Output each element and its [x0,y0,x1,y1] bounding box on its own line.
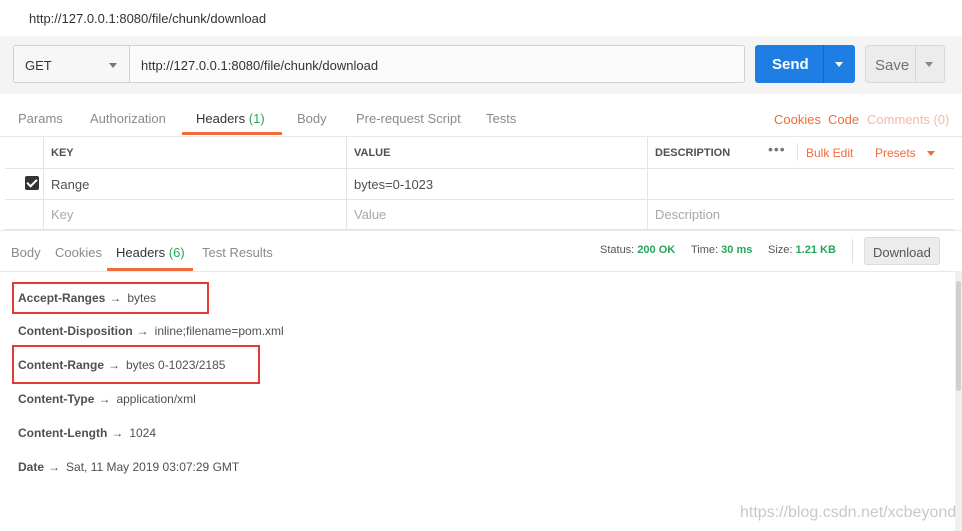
chevron-down-icon [109,63,117,68]
code-link[interactable]: Code [828,112,859,127]
download-button[interactable]: Download [864,237,940,265]
arrow-icon: → [136,324,149,338]
tab-headers-label: Headers [196,111,246,126]
time-label: Time: [691,244,719,256]
response-header-key: Date [18,460,45,474]
header-value-value: bytes=0-1023 [354,177,434,192]
header-value-cell[interactable]: bytes=0-1023 [346,168,647,199]
response-tab-test-results[interactable]: Test Results [202,245,273,260]
send-options-chevron-icon[interactable] [835,62,843,67]
presets-dropdown[interactable]: Presets [875,146,916,160]
scrollbar[interactable] [955,271,962,531]
new-value-placeholder: Value [354,207,387,222]
window-title-bar: http://127.0.0.1:8080/file/chunk/downloa… [0,0,962,37]
send-label: Send [772,56,809,73]
status-indicator: Status: 200 OK [600,244,675,256]
response-header-value: 1024 [129,426,157,440]
active-tab-indicator [182,132,282,135]
response-header-key: Content-Type [18,392,95,406]
key-column-label: KEY [51,147,74,159]
tab-headers-count: (1) [248,111,265,126]
presets-chevron-icon[interactable] [927,151,935,156]
arrow-icon: → [48,460,61,474]
watermark: https://blog.csdn.net/xcbeyond [740,504,957,521]
size-label: Size: [768,244,793,256]
save-divider [915,46,916,82]
comments-link[interactable]: Comments (0) [867,112,949,127]
new-description-placeholder: Description [655,207,721,222]
response-tab-headers[interactable]: Headers (6) [116,245,185,260]
response-header-value: Sat, 11 May 2019 03:07:29 GMT [66,460,240,474]
scrollbar-thumb[interactable] [956,281,961,391]
time-indicator: Time: 30 ms [691,244,752,256]
tab-headers[interactable]: Headers (1) [196,111,265,126]
url-value: http://127.0.0.1:8080/file/chunk/downloa… [141,58,379,73]
status-value: 200 OK [637,244,676,256]
tab-params[interactable]: Params [18,111,63,126]
table-row: Range bytes=0-1023 [5,168,954,200]
request-bar: GET http://127.0.0.1:8080/file/chunk/dow… [0,36,962,94]
method-value: GET [25,58,52,73]
size-value: 1.21 KB [795,244,836,256]
key-column-header: KEY [43,137,346,168]
response-header-value: inline;filename=pom.xml [154,324,284,338]
response-header-key: Content-Length [18,426,108,440]
arrow-icon: → [111,426,124,440]
cookies-link[interactable]: Cookies [774,112,821,127]
header-description-cell[interactable] [647,168,954,199]
response-header-value: application/xml [116,392,196,406]
response-tab-cookies[interactable]: Cookies [55,245,102,260]
description-column-label: DESCRIPTION [655,147,731,159]
status-divider [852,239,853,263]
time-value: 30 ms [721,244,753,256]
response-tab-body[interactable]: Body [11,245,41,260]
headers-table-header: KEY VALUE DESCRIPTION ••• Bulk Edit Pres… [5,137,954,169]
tab-body[interactable]: Body [297,111,327,126]
response-tab-headers-label: Headers [116,245,166,260]
response-tab-headers-count: (6) [168,245,185,260]
arrow-icon: → [98,392,111,406]
highlight-box-content-range [12,345,260,384]
response-headers-list: Accept-Ranges → bytes Content-Disposition →… [0,271,962,531]
value-column-header: VALUE [346,137,647,168]
tab-pre-request-script[interactable]: Pre-request Script [356,111,461,126]
send-button[interactable]: Send [755,45,855,83]
size-indicator: Size: 1.21 KB [768,244,836,256]
table-row-new: Key Value Description [5,199,954,230]
method-select[interactable]: GET [13,45,129,83]
window-title: http://127.0.0.1:8080/file/chunk/downloa… [29,11,267,26]
response-header-key: Content-Disposition [18,324,133,338]
new-value-input[interactable]: Value [346,199,647,229]
list-item: Content-Length → 1024 [18,426,156,440]
new-key-placeholder: Key [51,207,74,222]
status-label: Status: [600,244,635,256]
list-item: Date → Sat, 11 May 2019 03:07:29 GMT [18,460,239,474]
tab-tests[interactable]: Tests [486,111,516,126]
request-tabs: Params Authorization Headers (1) Body Pr… [0,94,962,137]
bulk-edit-button[interactable]: Bulk Edit [806,146,853,160]
save-options-chevron-icon[interactable] [925,62,933,67]
send-divider [823,45,824,83]
bulk-divider [797,143,798,161]
more-options-icon[interactable]: ••• [768,141,786,157]
download-label: Download [873,245,931,260]
response-tabs: Body Cookies Headers (6) Test Results St… [0,230,962,272]
row-enabled-checkbox[interactable] [25,176,39,190]
list-item: Content-Type → application/xml [18,392,196,406]
value-column-label: VALUE [354,147,391,159]
highlight-box-accept-ranges [12,282,209,314]
list-item: Content-Disposition → inline;filename=pom.… [18,324,284,338]
header-key-value: Range [51,177,90,192]
new-description-input[interactable]: Description [647,199,954,229]
save-label: Save [875,57,910,74]
save-button[interactable]: Save [865,45,945,83]
url-input[interactable]: http://127.0.0.1:8080/file/chunk/downloa… [129,45,745,83]
new-key-input[interactable]: Key [43,199,346,229]
tab-authorization[interactable]: Authorization [90,111,166,126]
header-key-cell[interactable]: Range [43,168,346,199]
